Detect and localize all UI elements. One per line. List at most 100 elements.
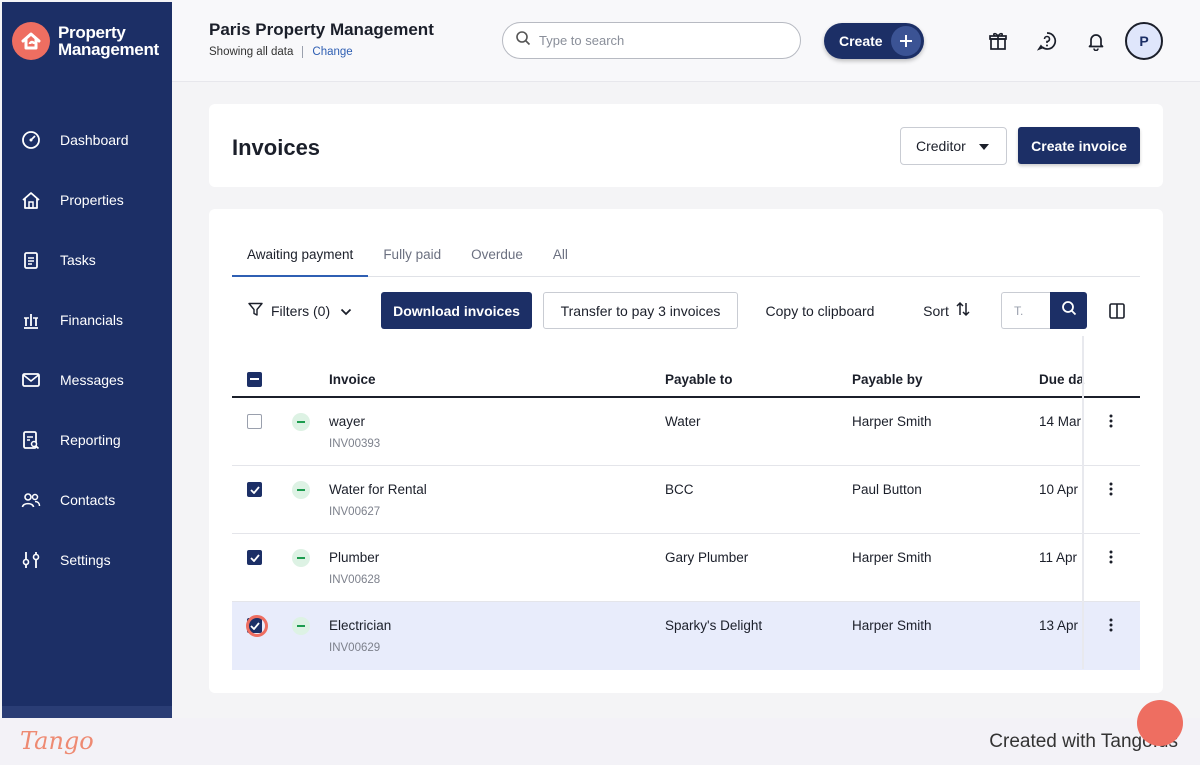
row-checkbox[interactable] — [247, 414, 262, 429]
sidebar-item-messages[interactable]: Messages — [2, 350, 172, 410]
tango-footer: Tango Created with Tango.us — [0, 718, 1200, 765]
brand-logo-icon — [12, 22, 50, 60]
table-scroll-divider — [1082, 336, 1084, 669]
tab-fully-paid[interactable]: Fully paid — [368, 244, 456, 277]
payable-to-cell: BCC — [665, 482, 694, 497]
data-scope: Showing all data Change — [209, 46, 353, 58]
user-avatar[interactable]: P — [1125, 22, 1163, 60]
table-toolbar: Filters (0) Download invoices Transfer t… — [232, 292, 1140, 329]
more-options-icon[interactable] — [1109, 414, 1113, 431]
due-date-cell: 13 Apr — [1039, 618, 1079, 633]
global-search[interactable] — [502, 22, 801, 59]
columns-icon[interactable] — [1106, 300, 1128, 322]
col-payable-by[interactable]: Payable by — [852, 372, 923, 387]
filters-label: Filters (0) — [271, 303, 331, 319]
table-row[interactable]: wayer INV00393 Water Harper Smith 14 Mar — [232, 398, 1140, 466]
sliders-icon — [20, 549, 42, 571]
top-header: Paris Property Management Showing all da… — [172, 0, 1200, 82]
sort-button[interactable]: Sort — [917, 292, 977, 329]
payable-by-cell: Harper Smith — [852, 618, 932, 633]
sidebar-item-contacts[interactable]: Contacts — [2, 470, 172, 530]
invoice-name[interactable]: Electrician — [329, 618, 391, 633]
create-invoice-button[interactable]: Create invoice — [1018, 127, 1140, 164]
payable-to-cell: Water — [665, 414, 701, 429]
sidebar-item-properties[interactable]: Properties — [2, 170, 172, 230]
more-options-icon[interactable] — [1109, 482, 1113, 499]
col-invoice[interactable]: Invoice — [329, 372, 376, 387]
invoice-name[interactable]: wayer — [329, 414, 365, 429]
due-date-cell: 11 Apr — [1039, 550, 1078, 565]
creditor-label: Creditor — [916, 138, 966, 154]
more-options-icon[interactable] — [1109, 618, 1113, 635]
invoice-number: INV00628 — [329, 574, 381, 586]
col-payable-to[interactable]: Payable to — [665, 372, 733, 387]
select-all-checkbox[interactable] — [247, 372, 262, 387]
invoice-number: INV00393 — [329, 438, 381, 450]
due-date-cell: 10 Apr — [1039, 482, 1079, 497]
divider — [302, 46, 304, 58]
table-row[interactable]: Water for Rental INV00627 BCC Paul Butto… — [232, 466, 1140, 534]
sidebar-footer — [2, 706, 172, 718]
tango-logo: Tango — [20, 727, 94, 755]
change-link[interactable]: Change — [312, 46, 352, 58]
sidebar-item-label: Reporting — [60, 432, 121, 448]
filter-icon — [248, 302, 263, 320]
search-icon — [515, 30, 531, 51]
chevron-down-icon — [340, 303, 352, 319]
col-due-date[interactable]: Due da — [1039, 372, 1084, 387]
invoice-cell: Electrician INV00629 — [329, 618, 391, 654]
invoice-cell: Water for Rental INV00627 — [329, 482, 427, 518]
row-checkbox[interactable] — [247, 550, 262, 565]
table-search-button[interactable] — [1050, 292, 1087, 329]
brand-name: Property Management — [58, 24, 159, 58]
create-button[interactable]: Create — [824, 23, 924, 59]
row-checkbox[interactable] — [247, 618, 262, 633]
tab-awaiting-payment[interactable]: Awaiting payment — [232, 244, 369, 277]
sidebar-item-dashboard[interactable]: Dashboard — [2, 110, 172, 170]
chat-bubble-icon[interactable] — [1137, 700, 1183, 746]
row-checkbox[interactable] — [247, 482, 262, 497]
filters-button[interactable]: Filters (0) — [248, 302, 352, 320]
help-icon[interactable] — [1036, 30, 1058, 52]
table-header: Invoice Payable to Payable by Due da — [232, 362, 1140, 398]
sidebar-item-financials[interactable]: Financials — [2, 290, 172, 350]
gift-icon[interactable] — [987, 30, 1009, 52]
due-date-cell: 14 Mar — [1039, 414, 1082, 429]
sidebar-item-label: Tasks — [60, 252, 96, 268]
plus-icon — [891, 26, 921, 56]
clipboard-icon — [20, 249, 42, 271]
invoices-header-card: Invoices Creditor Create invoice — [209, 104, 1163, 187]
creditor-dropdown[interactable]: Creditor — [900, 127, 1007, 165]
invoice-cell: wayer INV00393 — [329, 414, 380, 450]
download-invoices-button[interactable]: Download invoices — [381, 292, 532, 329]
bank-icon — [20, 309, 42, 331]
tab-all[interactable]: All — [538, 244, 583, 277]
transfer-to-pay-button[interactable]: Transfer to pay 3 invoices — [543, 292, 738, 329]
table-row[interactable]: Plumber INV00628 Gary Plumber Harper Smi… — [232, 534, 1140, 602]
brand-line2: Management — [58, 40, 159, 59]
mail-icon — [20, 369, 42, 391]
invoices-table: Invoice Payable to Payable by Due da way… — [232, 362, 1140, 670]
table-row[interactable]: Electrician INV00629 Sparky's Delight Ha… — [232, 602, 1140, 670]
sidebar-item-tasks[interactable]: Tasks — [2, 230, 172, 290]
showing-label: Showing all data — [209, 46, 294, 58]
more-options-icon[interactable] — [1109, 550, 1113, 567]
caret-down-icon — [979, 144, 989, 150]
people-icon — [20, 489, 42, 511]
sidebar-item-settings[interactable]: Settings — [2, 530, 172, 590]
invoice-name[interactable]: Water for Rental — [329, 482, 427, 497]
table-search-input[interactable]: T. — [1001, 292, 1050, 329]
tab-overdue[interactable]: Overdue — [456, 244, 538, 277]
status-pending-icon — [292, 413, 310, 431]
search-icon — [1061, 300, 1077, 321]
invoice-name[interactable]: Plumber — [329, 550, 379, 565]
invoices-table-card: Awaiting payment Fully paid Overdue All … — [209, 209, 1163, 693]
invoice-tabs: Awaiting payment Fully paid Overdue All — [232, 244, 1140, 277]
bell-icon[interactable] — [1085, 30, 1107, 52]
search-input[interactable] — [539, 33, 769, 48]
sidebar-item-reporting[interactable]: Reporting — [2, 410, 172, 470]
sidebar-item-label: Contacts — [60, 492, 116, 508]
copy-to-clipboard-button[interactable]: Copy to clipboard — [751, 292, 889, 329]
brand[interactable]: Property Management — [12, 22, 159, 60]
brand-line1: Property — [58, 23, 126, 42]
